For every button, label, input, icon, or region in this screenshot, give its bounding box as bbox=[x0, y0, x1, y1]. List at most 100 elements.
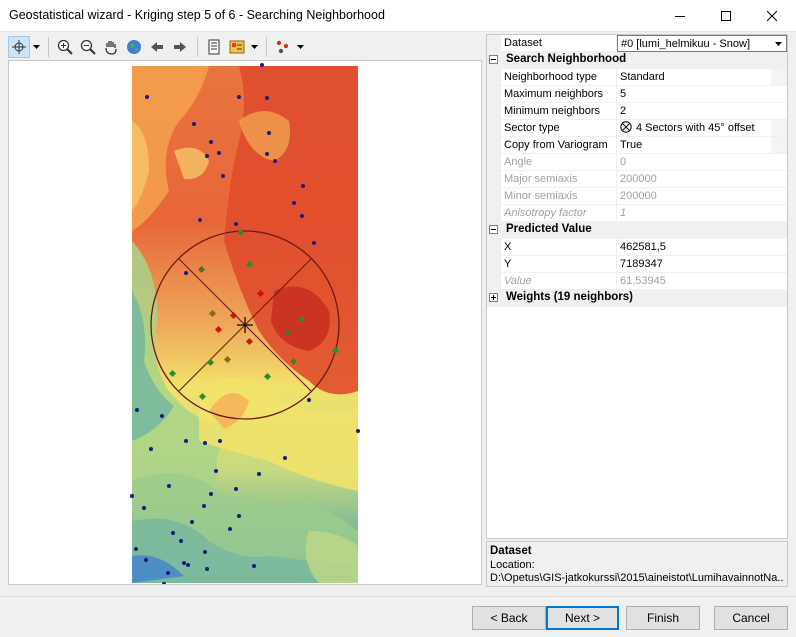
maximize-button[interactable] bbox=[703, 0, 749, 31]
dataset-dropdown-button[interactable] bbox=[770, 36, 786, 51]
category-predicted-value[interactable]: Predicted Value bbox=[487, 222, 787, 239]
prop-value: 1 bbox=[617, 205, 787, 222]
sector-4-offset-icon bbox=[620, 121, 632, 133]
prop-label: Minimum neighbors bbox=[501, 103, 617, 120]
prop-value: 61,53945 bbox=[617, 273, 787, 290]
prop-label: Maximum neighbors bbox=[501, 86, 617, 103]
expand-icon[interactable] bbox=[489, 293, 498, 302]
prop-x[interactable]: X 462581,5 bbox=[487, 239, 787, 256]
back-button[interactable]: < Back bbox=[472, 606, 546, 630]
map-toolbar bbox=[8, 34, 482, 59]
category-search-neighborhood[interactable]: Search Neighborhood bbox=[487, 52, 787, 69]
prop-anisotropy-factor: Anisotropy factor 1 bbox=[487, 205, 787, 222]
prop-sector-type[interactable]: Sector type 4 Sectors with 45° offset bbox=[487, 120, 787, 137]
finish-button[interactable]: Finish bbox=[626, 606, 700, 630]
prop-label: Sector type bbox=[501, 120, 617, 137]
close-icon bbox=[767, 10, 777, 21]
select-tool-dropdown[interactable] bbox=[31, 36, 41, 58]
prop-label: Angle bbox=[501, 154, 617, 171]
window-title: Geostatistical wizard - Kriging step 5 o… bbox=[9, 8, 385, 22]
prop-neighborhood-type[interactable]: Neighborhood type Standard bbox=[487, 69, 787, 86]
prop-minimum-neighbors[interactable]: Minimum neighbors 2 bbox=[487, 103, 787, 120]
chevron-down-icon bbox=[296, 44, 304, 49]
description-title: Dataset bbox=[490, 545, 532, 557]
footer-divider bbox=[0, 596, 796, 597]
prop-label: Anisotropy factor bbox=[501, 205, 617, 222]
prop-value[interactable]: 5 bbox=[617, 86, 787, 103]
prop-value[interactable]: 462581,5 bbox=[617, 239, 787, 256]
dataset-select[interactable]: #0 [lumi_helmikuu - Snow] bbox=[617, 35, 787, 52]
select-tool-icon bbox=[12, 39, 26, 54]
prop-label: Major semiaxis bbox=[501, 171, 617, 188]
minimize-icon bbox=[675, 15, 685, 17]
points-dropdown[interactable] bbox=[295, 36, 305, 58]
chevron-down-icon bbox=[250, 44, 258, 49]
pan-hand-icon bbox=[105, 40, 117, 55]
dropdown-button[interactable] bbox=[771, 120, 787, 136]
prop-label: Minor semiaxis bbox=[501, 188, 617, 205]
description-text: Location: bbox=[490, 559, 535, 571]
category-weights[interactable]: Weights (19 neighbors) bbox=[487, 290, 787, 307]
full-extent-button[interactable] bbox=[123, 36, 145, 58]
title-divider bbox=[0, 31, 796, 32]
pan-button[interactable] bbox=[100, 36, 122, 58]
legend-icon bbox=[229, 40, 245, 53]
next-button[interactable]: Next > bbox=[546, 606, 619, 630]
title-bar: Geostatistical wizard - Kriging step 5 o… bbox=[0, 0, 796, 31]
prop-value[interactable]: 2 bbox=[617, 103, 787, 120]
toolbar-separator bbox=[48, 36, 49, 57]
prop-label: Neighborhood type bbox=[501, 69, 617, 86]
category-title: Predicted Value bbox=[506, 223, 592, 235]
toolbar-separator bbox=[266, 36, 267, 57]
zoom-in-icon bbox=[57, 39, 73, 55]
table-of-contents-icon bbox=[208, 39, 220, 54]
zoom-in-button[interactable] bbox=[54, 36, 76, 58]
close-button[interactable] bbox=[749, 0, 795, 31]
minimize-button[interactable] bbox=[657, 0, 703, 31]
category-title: Weights (19 neighbors) bbox=[506, 291, 633, 303]
collapse-icon[interactable] bbox=[489, 55, 498, 64]
zoom-out-icon bbox=[80, 39, 96, 55]
prop-value[interactable]: Standard bbox=[617, 69, 787, 86]
cancel-button[interactable]: Cancel bbox=[714, 606, 788, 630]
points-button[interactable] bbox=[272, 36, 294, 58]
prop-y[interactable]: Y 7189347 bbox=[487, 256, 787, 273]
kriging-surface-map[interactable] bbox=[9, 61, 481, 584]
description-panel: Dataset Location: D:\Opetus\GIS-jatkokur… bbox=[486, 541, 788, 587]
prop-label: X bbox=[501, 239, 617, 256]
chevron-down-icon bbox=[32, 44, 40, 49]
prop-value: Value 61,53945 bbox=[487, 273, 787, 290]
prop-major-semiaxis: Major semiaxis 200000 bbox=[487, 171, 787, 188]
dataset-row[interactable]: Dataset #0 [lumi_helmikuu - Snow] bbox=[487, 35, 787, 52]
legend-button[interactable] bbox=[226, 36, 248, 58]
description-path: D:\Opetus\GIS-jatkokurssi\2015\aineistot… bbox=[490, 572, 784, 584]
forward-extent-button[interactable] bbox=[169, 36, 191, 58]
prop-value: 200000 bbox=[617, 188, 787, 205]
back-arrow-icon bbox=[151, 41, 163, 52]
map-preview[interactable] bbox=[8, 60, 482, 585]
prop-label: Value bbox=[501, 273, 617, 290]
dataset-select-value: #0 [lumi_helmikuu - Snow] bbox=[621, 38, 751, 50]
prop-value[interactable]: 7189347 bbox=[617, 256, 787, 273]
prop-value[interactable]: True bbox=[617, 137, 787, 154]
back-extent-button[interactable] bbox=[146, 36, 168, 58]
maximize-icon bbox=[721, 10, 731, 21]
table-of-contents-button[interactable] bbox=[203, 36, 225, 58]
chevron-down-icon bbox=[774, 42, 782, 46]
legend-dropdown[interactable] bbox=[249, 36, 259, 58]
dataset-label: Dataset bbox=[501, 35, 617, 52]
prop-label: Copy from Variogram bbox=[501, 137, 617, 154]
dropdown-button[interactable] bbox=[771, 69, 787, 85]
prop-label: Y bbox=[501, 256, 617, 273]
dropdown-button[interactable] bbox=[771, 137, 787, 153]
category-title: Search Neighborhood bbox=[506, 53, 627, 65]
collapse-icon[interactable] bbox=[489, 225, 498, 234]
prop-angle: Angle 0 bbox=[487, 154, 787, 171]
prop-value[interactable]: 4 Sectors with 45° offset bbox=[617, 120, 787, 137]
prop-maximum-neighbors[interactable]: Maximum neighbors 5 bbox=[487, 86, 787, 103]
prop-value: 200000 bbox=[617, 171, 787, 188]
select-tool-button[interactable] bbox=[8, 35, 30, 58]
prop-copy-from-variogram[interactable]: Copy from Variogram True bbox=[487, 137, 787, 154]
forward-arrow-icon bbox=[174, 41, 186, 52]
zoom-out-button[interactable] bbox=[77, 36, 99, 58]
